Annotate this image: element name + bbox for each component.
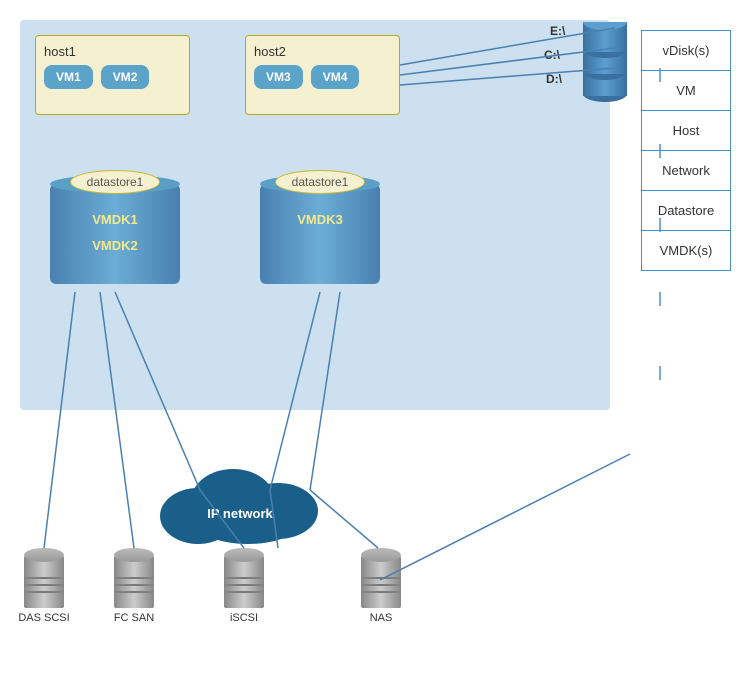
vmdk2-label: VMDK2 — [68, 236, 162, 256]
das-scsi-icon — [18, 548, 70, 608]
nas-icon — [355, 548, 407, 608]
svg-text:IP network: IP network — [207, 506, 273, 521]
right-vm: VM — [641, 71, 731, 111]
vdisk-cylinders-svg — [578, 22, 633, 107]
datastore2-cylinder: VMDK3 — [260, 184, 380, 284]
vm3-badge: VM3 — [254, 65, 303, 89]
vm2-badge: VM2 — [101, 65, 150, 89]
fc-san-label: FC SAN — [114, 612, 154, 624]
host1-box: host1 VM1 VM2 — [35, 35, 190, 115]
ip-network-cloud: IP network — [148, 456, 333, 546]
vm1-badge: VM1 — [44, 65, 93, 89]
datastore1-cylinder: VMDK1 VMDK2 — [50, 184, 180, 284]
right-panel: vDisk(s) VM Host Network Datastore VMDK(… — [641, 30, 731, 271]
vmdk3-label: VMDK3 — [278, 210, 362, 230]
iscsi-icon — [218, 548, 270, 608]
right-network: Network — [641, 151, 731, 191]
iscsi-label: iSCSI — [230, 612, 258, 624]
nas-item: NAS — [355, 548, 407, 624]
iscsi-item: iSCSI — [218, 548, 270, 624]
fc-san-item: FC SAN — [108, 548, 160, 624]
datastore1-container: datastore1 VMDK1 VMDK2 — [50, 170, 180, 284]
datastore2-container: datastore1 VMDK3 — [260, 170, 380, 284]
drive-c-label: C:\ — [544, 48, 560, 62]
drive-d-label: D:\ — [546, 72, 562, 86]
diagram: host1 VM1 VM2 host2 VM3 VM4 datastore1 V… — [0, 0, 741, 693]
host2-vms: VM3 VM4 — [254, 65, 391, 89]
host1-vms: VM1 VM2 — [44, 65, 181, 89]
host2-label: host2 — [254, 44, 391, 59]
right-vmdk: VMDK(s) — [641, 231, 731, 271]
host1-label: host1 — [44, 44, 181, 59]
host2-box: host2 VM3 VM4 — [245, 35, 400, 115]
right-host: Host — [641, 111, 731, 151]
vmdk1-label: VMDK1 — [68, 210, 162, 230]
datastore2-label: datastore1 — [275, 170, 366, 194]
das-scsi-label: DAS SCSI — [18, 612, 69, 624]
vm4-badge: VM4 — [311, 65, 360, 89]
vdisk-stack: E:\ C:\ D:\ — [578, 22, 633, 112]
das-scsi-item: DAS SCSI — [18, 548, 70, 624]
nas-label: NAS — [370, 612, 393, 624]
datastore1-label: datastore1 — [70, 170, 161, 194]
fc-san-icon — [108, 548, 160, 608]
right-vdisk: vDisk(s) — [641, 30, 731, 71]
right-datastore: Datastore — [641, 191, 731, 231]
drive-e-label: E:\ — [550, 24, 565, 38]
